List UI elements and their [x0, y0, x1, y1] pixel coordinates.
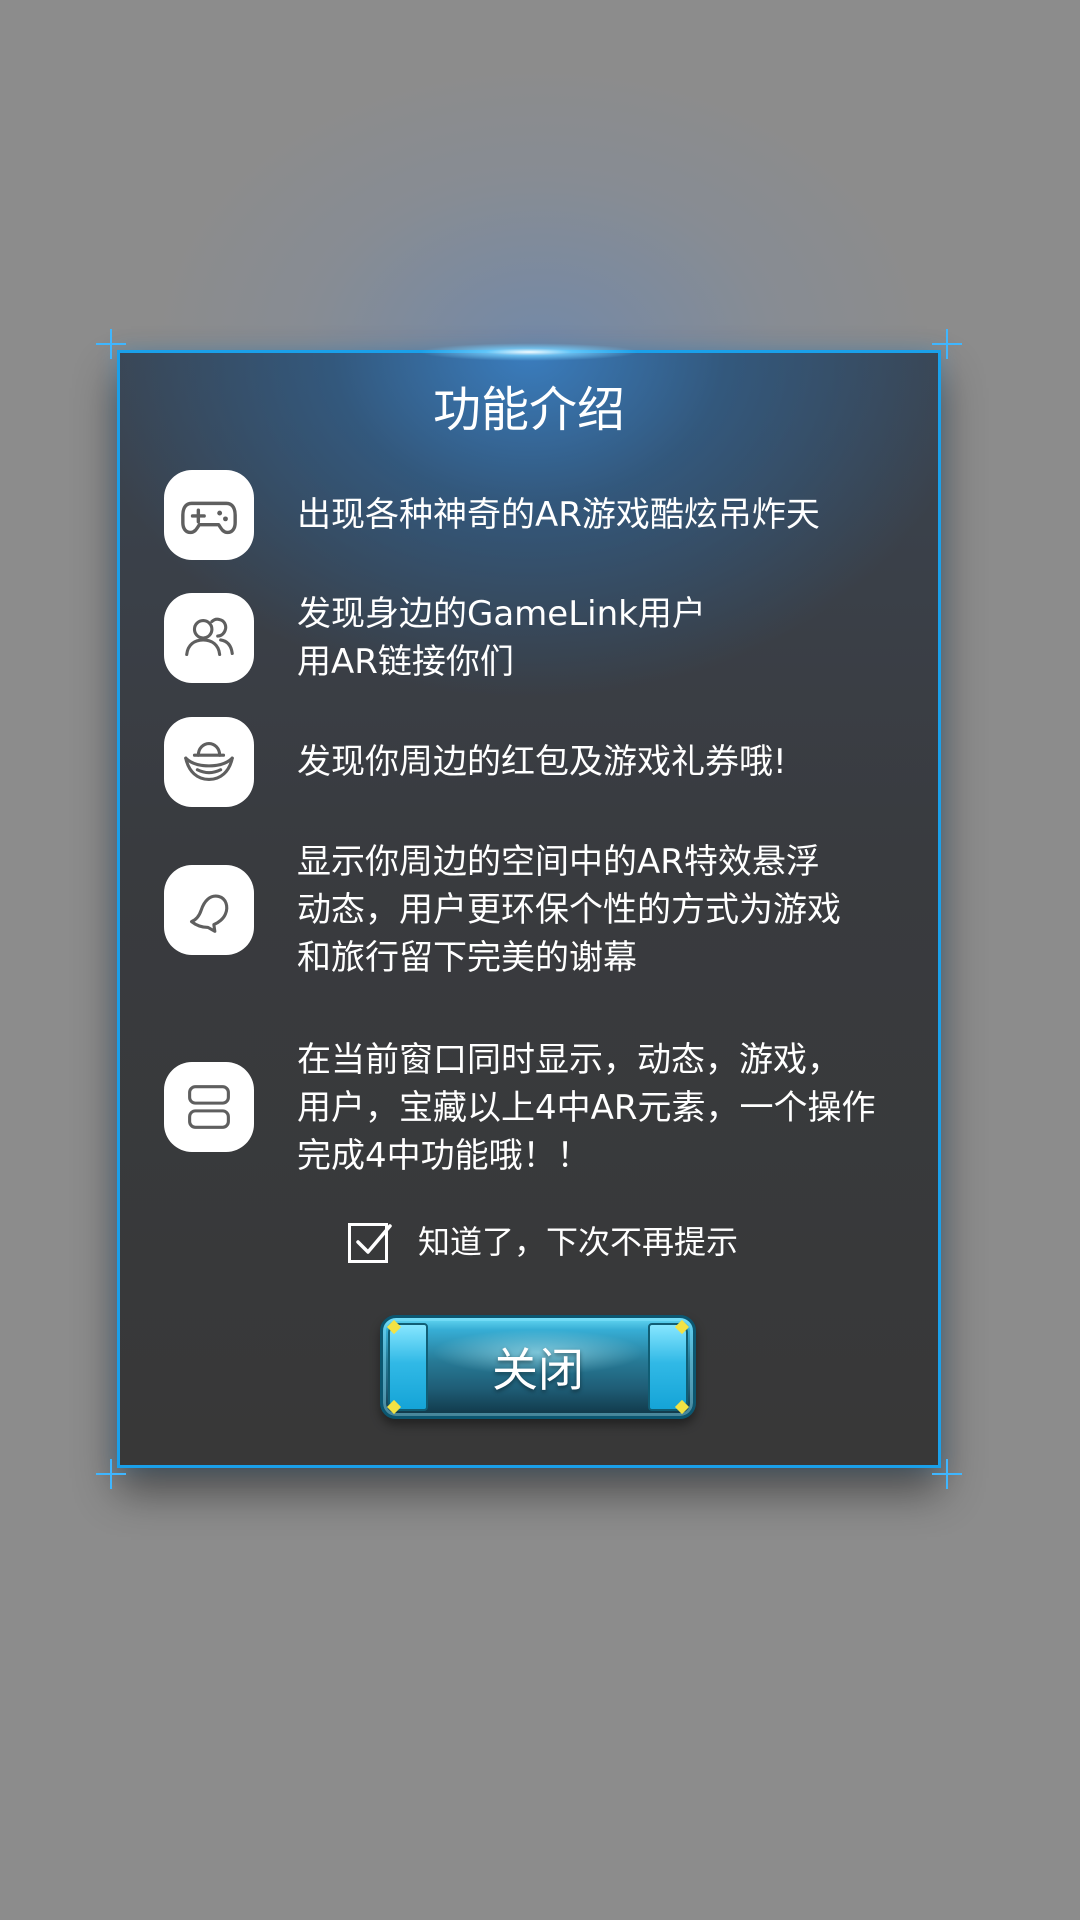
gamepad-icon: [164, 470, 254, 560]
feature-text: 在当前窗口同时显示，动态，游戏， 用户，宝藏以上4中AR元素，一个操作 完成4中…: [297, 1040, 876, 1176]
dialog-title: 功能介绍: [432, 382, 625, 438]
corner-cross-icon: [932, 1459, 962, 1489]
feature-ar-effects: 显示你周边的空间中的AR特效悬浮 动态，用户更环保个性的方式为游戏 和旅行留下完…: [297, 837, 917, 983]
users-icon: [164, 593, 254, 683]
dont-show-again-checkbox[interactable]: [348, 1223, 392, 1263]
feature-text: 出现各种神奇的AR游戏酷炫吊炸天: [297, 495, 820, 535]
dialog-top-highlight: [419, 343, 639, 361]
feature-red-packets: 发现你周边的红包及游戏礼券哦!: [297, 717, 917, 807]
feature-ar-games: 出现各种神奇的AR游戏酷炫吊炸天: [297, 470, 917, 560]
dont-show-again-label[interactable]: 知道了，下次不再提示: [418, 1219, 738, 1265]
corner-cross-icon: [96, 329, 126, 359]
close-button-label: 关闭: [492, 1343, 584, 1397]
feature-text: 发现你周边的红包及游戏礼券哦!: [297, 742, 787, 782]
corner-cross-icon: [932, 329, 962, 359]
corner-cross-icon: [96, 1459, 126, 1489]
feature-text: 显示你周边的空间中的AR特效悬浮 动态，用户更环保个性的方式为游戏 和旅行留下完…: [297, 842, 841, 978]
feature-gamelink-users: 发现身边的GameLink用户 用AR链接你们: [297, 586, 917, 690]
ghost-icon: [164, 865, 254, 955]
feature-intro-dialog: 功能介绍 出现各种神奇的AR游戏酷炫吊炸天 发现身边的GameLink用户 用A…: [96, 329, 962, 1489]
feature-text: 发现身边的GameLink用户 用AR链接你们: [297, 594, 706, 682]
feature-all-in-one: 在当前窗口同时显示，动态，游戏， 用户，宝藏以上4中AR元素，一个操作 完成4中…: [297, 1035, 917, 1181]
close-button[interactable]: 关闭: [380, 1315, 696, 1419]
stack-icon: [164, 1062, 254, 1152]
gold-ingot-icon: [164, 717, 254, 807]
checkmark-icon: [356, 1224, 392, 1254]
